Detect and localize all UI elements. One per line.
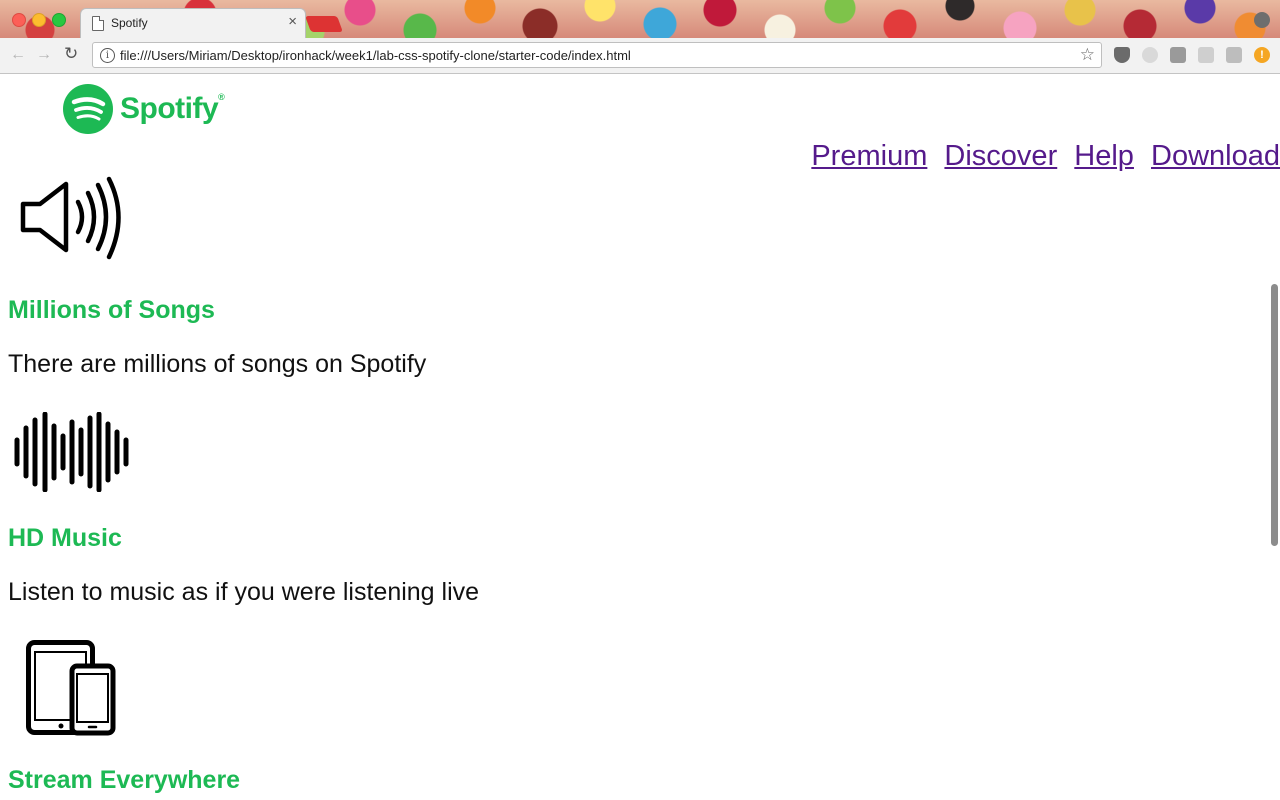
page-content: Spotify® Premium Discover Help Download … [0,74,1280,800]
extension-icon[interactable] [1142,47,1158,63]
browser-toolbar: ← → ↻ i file:///Users/Miriam/Desktop/iro… [0,38,1280,74]
new-tab-button[interactable] [305,16,343,32]
maximize-window-button[interactable] [52,13,66,27]
feature-text-millions: There are millions of songs on Spotify [8,350,427,378]
document-icon [92,16,104,31]
feature-text-hd: Listen to music as if you were listening… [8,578,480,606]
minimize-window-button[interactable] [32,13,46,27]
info-icon[interactable]: i [100,48,115,63]
reload-icon[interactable]: ↻ [64,44,78,64]
address-bar[interactable]: i file:///Users/Miriam/Desktop/ironhack/… [92,42,1102,68]
browser-titlebar: Spotify × [0,0,1280,38]
address-url[interactable]: file:///Users/Miriam/Desktop/ironhack/we… [120,48,631,63]
spotify-logo-icon [63,84,113,134]
warning-icon[interactable]: ! [1254,47,1270,63]
devices-icon [26,640,116,736]
close-window-button[interactable] [12,13,26,27]
profile-avatar-icon[interactable] [1254,12,1270,28]
pocket-extension-icon[interactable] [1114,47,1130,63]
tab-title: Spotify [111,16,148,30]
forward-arrow-icon[interactable]: → [36,46,52,64]
nav-link-premium[interactable]: Premium [811,140,927,172]
tab-close-button[interactable]: × [288,14,297,29]
vertical-scrollbar[interactable] [1271,284,1278,546]
extension-icon[interactable] [1198,47,1214,63]
extension-icon[interactable] [1170,47,1186,63]
browser-tab[interactable]: Spotify × [80,8,306,38]
speaker-icon [20,176,121,260]
nav-link-help[interactable]: Help [1074,140,1134,172]
feature-title-hd: HD Music [8,524,122,552]
bookmark-star-icon[interactable]: ☆ [1080,45,1095,65]
nav-link-discover[interactable]: Discover [944,140,1057,172]
feature-title-stream: Stream Everywhere [8,766,241,794]
soundwave-icon [14,412,129,492]
logo-wordmark: Spotify® [120,92,225,125]
main-nav: Premium Discover Help Download [802,140,1280,173]
spotify-logo[interactable]: Spotify® [63,84,233,136]
puzzle-extension-icon[interactable] [1226,47,1242,63]
feature-title-millions: Millions of Songs [8,296,215,324]
trademark-mark: ® [218,92,225,102]
back-arrow-icon[interactable]: ← [10,46,26,64]
nav-link-download[interactable]: Download [1151,140,1280,172]
